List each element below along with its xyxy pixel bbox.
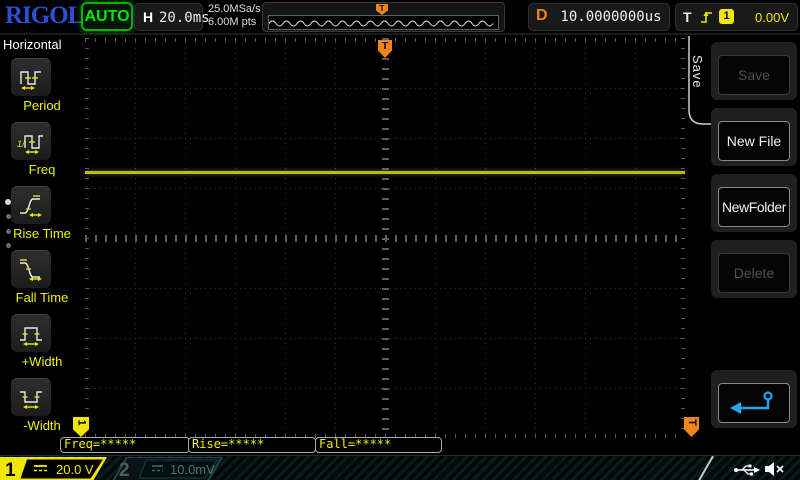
sample-rate: 25.0MSa/s bbox=[208, 3, 261, 15]
fall-time-icon bbox=[20, 258, 42, 281]
channel2-scale: 10.0mV bbox=[170, 462, 215, 477]
neg-width-icon bbox=[20, 390, 42, 409]
waveform-preview-strip[interactable]: T bbox=[262, 2, 505, 32]
freq-button[interactable]: 1/ bbox=[11, 122, 51, 160]
delete-button[interactable]: Delete bbox=[718, 253, 790, 293]
menu-slot-delete: Delete bbox=[711, 240, 797, 298]
channel2-badge[interactable]: 2 10.0mV bbox=[110, 457, 232, 480]
left-menu-title: Horizontal bbox=[3, 37, 62, 52]
rise-time-icon bbox=[20, 194, 42, 217]
freq-icon: 1/ bbox=[17, 134, 43, 154]
memory-depth: 6.00M pts bbox=[208, 16, 257, 28]
gridline bbox=[85, 235, 685, 242]
left-measure-menu: Horizontal Period 1/ Freq Rise Time Fall… bbox=[0, 33, 84, 455]
new-file-button[interactable]: New File bbox=[718, 121, 790, 161]
channel1-trace bbox=[85, 171, 685, 174]
delay-label: D bbox=[536, 7, 548, 24]
page-dot-active bbox=[5, 199, 11, 205]
page-dot bbox=[6, 229, 11, 234]
menu-slot-save: Save bbox=[711, 42, 797, 100]
period-label: Period bbox=[23, 98, 61, 113]
rigol-logo: RIGOL bbox=[5, 2, 84, 29]
gridline bbox=[85, 38, 89, 438]
menu-slot-new-file: New File bbox=[711, 108, 797, 166]
delay-value: 10.0000000us bbox=[560, 9, 662, 25]
pos-width-button[interactable] bbox=[11, 314, 51, 352]
preview-trigger-position-icon[interactable]: T bbox=[376, 4, 388, 15]
pos-width-label: +Width bbox=[21, 354, 63, 369]
trigger-level-marker-icon[interactable]: T bbox=[684, 417, 699, 437]
neg-width-button[interactable] bbox=[11, 378, 51, 416]
return-arrow-icon bbox=[730, 391, 773, 414]
page-dot bbox=[6, 214, 11, 219]
waveform-preview-window bbox=[268, 15, 499, 30]
new-folder-button[interactable]: NewFolder bbox=[718, 187, 790, 227]
trigger-position-marker-icon[interactable]: T bbox=[378, 40, 392, 58]
menu-item-freq[interactable]: 1/ Freq bbox=[0, 122, 84, 184]
menu-item-pos-width[interactable]: +Width bbox=[0, 314, 84, 376]
channel1-badge[interactable]: 1 20.0 V bbox=[0, 457, 116, 480]
trigger-level-value: 0.00V bbox=[755, 10, 789, 25]
neg-width-label: -Width bbox=[23, 418, 61, 433]
timebase-label: H bbox=[143, 9, 154, 25]
channel2-number: 2 bbox=[119, 460, 130, 480]
rising-edge-icon bbox=[701, 11, 712, 23]
rise-time-button[interactable] bbox=[11, 186, 51, 224]
timebase-value: 20.0ms bbox=[159, 10, 210, 26]
channel1-number: 1 bbox=[5, 460, 16, 480]
measurement-freq: Freq=***** bbox=[60, 437, 190, 453]
corner-divider bbox=[696, 455, 714, 480]
trigger-label: T bbox=[683, 9, 692, 25]
trigger-source-badge: 1 bbox=[719, 9, 734, 24]
trigger-delay-box[interactable]: D 10.0000000us bbox=[528, 3, 670, 31]
gridline bbox=[681, 38, 685, 438]
pos-width-icon bbox=[20, 326, 42, 346]
trigger-settings-box[interactable]: T 1 0.00V bbox=[675, 3, 798, 31]
fall-time-label: Fall Time bbox=[15, 290, 69, 305]
speaker-muted-icon[interactable] bbox=[763, 461, 785, 477]
run-status-badge[interactable]: AUTO bbox=[81, 2, 133, 31]
rise-time-label: Rise Time bbox=[13, 226, 71, 241]
menu-slot-new-folder: NewFolder bbox=[711, 174, 797, 232]
usb-icon bbox=[734, 464, 760, 476]
back-button[interactable] bbox=[718, 383, 790, 423]
waveform-display-graticule[interactable]: T bbox=[85, 38, 685, 438]
period-button[interactable] bbox=[11, 58, 51, 96]
tab-save: Save bbox=[690, 55, 705, 89]
top-status-bar: RIGOL AUTO H 20.0ms 25.0MSa/s 6.00M pts … bbox=[0, 0, 800, 35]
horizontal-timebase-box[interactable]: H 20.0ms bbox=[134, 3, 210, 31]
preview-sine-waveform bbox=[268, 20, 494, 27]
acquisition-info: 25.0MSa/s 6.00M pts bbox=[208, 3, 261, 29]
menu-slot-back bbox=[711, 370, 797, 428]
period-icon bbox=[20, 70, 41, 90]
fall-time-button[interactable] bbox=[11, 250, 51, 288]
menu-item-neg-width[interactable]: -Width bbox=[0, 378, 84, 440]
menu-item-fall-time[interactable]: Fall Time bbox=[0, 250, 84, 312]
menu-item-period[interactable]: Period bbox=[0, 58, 84, 120]
channel-status-bar: 1 20.0 V 2 10.0mV bbox=[0, 455, 800, 480]
menu-item-rise-time[interactable]: Rise Time bbox=[0, 186, 84, 248]
oscilloscope-screen: RIGOL AUTO H 20.0ms 25.0MSa/s 6.00M pts … bbox=[0, 0, 800, 480]
freq-label: Freq bbox=[28, 162, 56, 177]
save-button[interactable]: Save bbox=[718, 55, 790, 95]
measurement-rise: Rise=***** bbox=[188, 437, 316, 453]
measurement-fall: Fall=***** bbox=[315, 437, 442, 453]
page-dot bbox=[6, 243, 11, 248]
channel1-scale: 20.0 V bbox=[56, 462, 94, 477]
